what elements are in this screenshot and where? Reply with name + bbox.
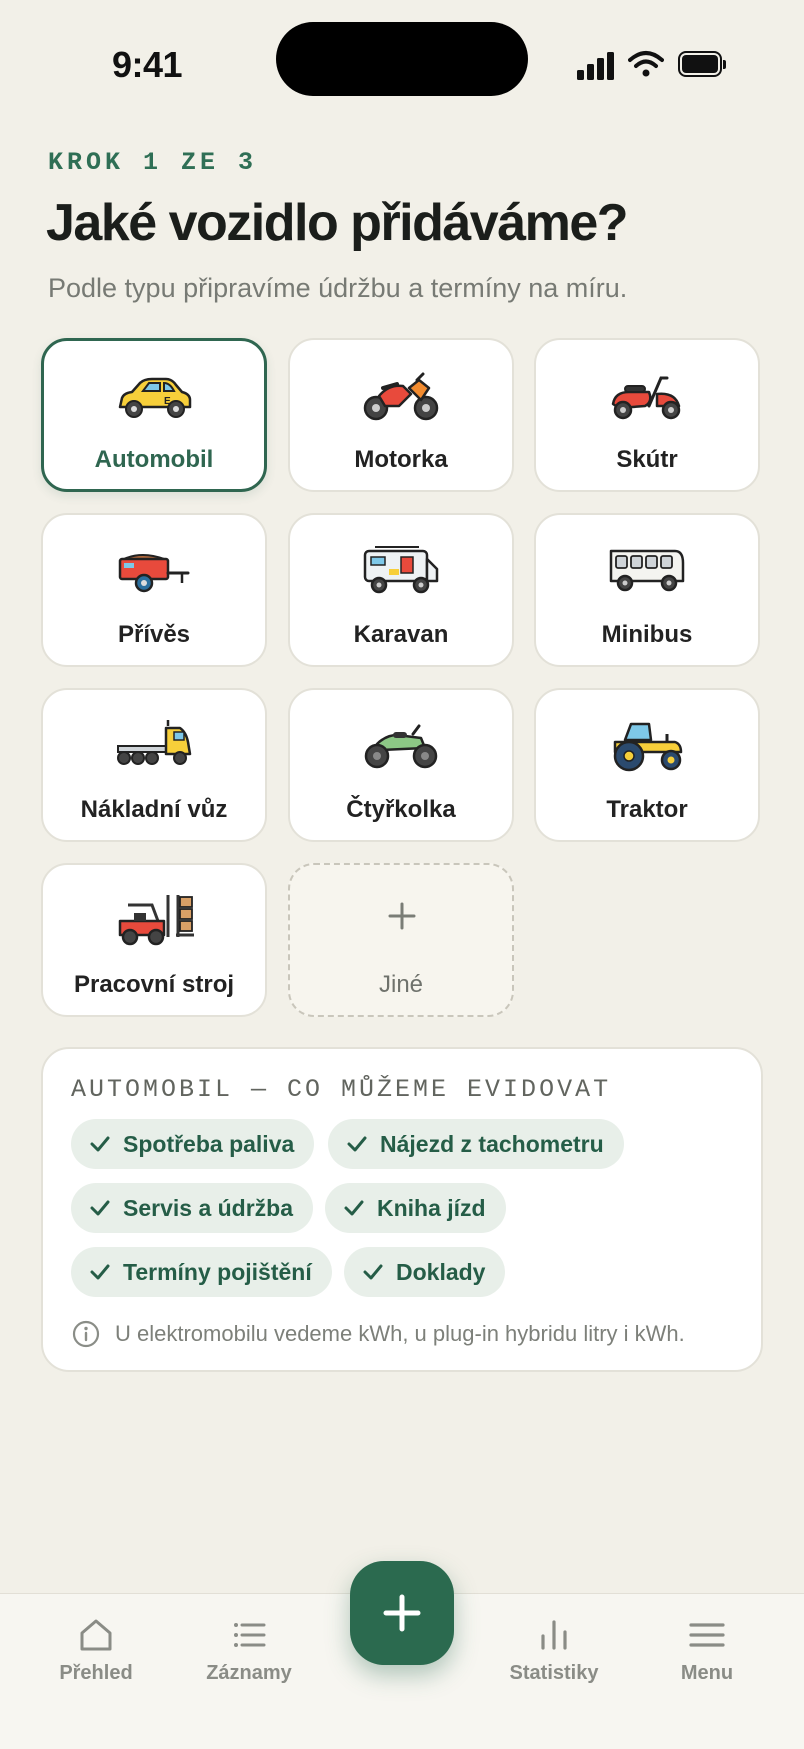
info-note: U elektromobilu vedeme kWh, u plug-in hy… [71, 1319, 685, 1349]
capabilities-heading: AUTOMOBIL — CO MŮŽEME EVIDOVAT [71, 1075, 612, 1104]
vehicle-label: Motorka [354, 446, 448, 473]
note-text: U elektromobilu vedeme kWh, u plug-in hy… [115, 1321, 685, 1346]
feature-chip: Spotřeba paliva [71, 1119, 315, 1169]
tab-statistiky[interactable]: Statistiky [484, 1616, 624, 1685]
battery-icon [678, 51, 726, 77]
scooter-icon [611, 376, 681, 420]
vehicle-label: Automobil [94, 446, 214, 473]
check-icon [344, 1200, 364, 1216]
vehicle-option-minibus[interactable]: Minibus [534, 513, 760, 667]
chip-label: Termíny pojištění [123, 1258, 312, 1285]
add-record-button[interactable] [350, 1561, 454, 1665]
page-subtitle: Podle typu připravíme údržbu a termíny n… [48, 273, 628, 303]
tractor-icon [613, 722, 683, 772]
vehicle-label: Traktor [606, 796, 688, 823]
vehicle-label: Karavan [353, 621, 449, 648]
vehicle-option-traktor[interactable]: Traktor [534, 688, 760, 842]
forklift-icon [118, 895, 194, 946]
check-icon [347, 1136, 367, 1152]
tab-prehled[interactable]: Přehled [26, 1616, 166, 1685]
vehicle-label: Jiné [378, 971, 424, 998]
signal-icon [577, 52, 615, 80]
vehicle-label: Přívěs [117, 621, 191, 648]
step-indicator: KROK 1 ZE 3 [48, 148, 258, 177]
car-icon: E [118, 377, 192, 418]
vehicle-label: Nákladní vůz [80, 796, 228, 823]
vehicle-option-jine[interactable]: Jiné [288, 863, 514, 1017]
chip-label: Doklady [396, 1258, 486, 1285]
check-icon [90, 1264, 110, 1280]
vehicle-option-automobil[interactable]: E Automobil [41, 338, 267, 492]
vehicle-option-karavan[interactable]: Karavan [288, 513, 514, 667]
atv-icon [364, 724, 438, 769]
plus-icon [383, 1594, 421, 1632]
feature-chip: Nájezd z tachometru [328, 1119, 624, 1169]
tab-label: Přehled [59, 1662, 133, 1684]
vehicle-option-ctyrkolka[interactable]: Čtyřkolka [288, 688, 514, 842]
chip-label: Nájezd z tachometru [380, 1130, 604, 1157]
feature-chip: Kniha jízd [325, 1183, 506, 1233]
vehicle-label: Čtyřkolka [346, 796, 456, 823]
feature-chip: Servis a údržba [71, 1183, 314, 1233]
vehicle-label: Pracovní stroj [73, 971, 235, 998]
caravan-icon [363, 546, 439, 594]
vehicle-option-pracovni-stroj[interactable]: Pracovní stroj [41, 863, 267, 1017]
vehicle-label: Minibus [601, 621, 693, 648]
tab-label: Záznamy [206, 1662, 292, 1684]
feature-chip: Termíny pojištění [71, 1247, 332, 1297]
tab-menu[interactable]: Menu [637, 1616, 777, 1685]
wifi-icon [628, 51, 664, 77]
chip-label: Spotřeba paliva [123, 1130, 295, 1157]
check-icon [363, 1264, 383, 1280]
dynamic-island [276, 22, 528, 96]
bar-chart-icon [541, 1620, 567, 1650]
check-icon [90, 1200, 110, 1216]
minibus-icon [609, 549, 685, 592]
vehicle-option-nakladni-vuz[interactable]: Nákladní vůz [41, 688, 267, 842]
feature-chip: Doklady [344, 1247, 506, 1297]
list-icon [234, 1623, 266, 1647]
vehicle-label: Skútr [616, 446, 678, 473]
trailer-icon [118, 554, 190, 593]
tab-zaznamy[interactable]: Záznamy [179, 1616, 319, 1685]
check-icon [90, 1136, 110, 1152]
menu-icon [689, 1623, 725, 1647]
page-title: Jaké vozidlo přidáváme? [46, 194, 629, 252]
tab-label: Menu [680, 1662, 734, 1684]
chip-label: Kniha jízd [377, 1194, 486, 1221]
chip-label: Servis a údržba [123, 1194, 294, 1221]
vehicle-option-skutr[interactable]: Skútr [534, 338, 760, 492]
info-icon [72, 1320, 100, 1348]
capabilities-card: AUTOMOBIL — CO MŮŽEME EVIDOVAT Spotřeba … [41, 1047, 763, 1372]
vehicle-option-prives[interactable]: Přívěs [41, 513, 267, 667]
vehicle-option-motorka[interactable]: Motorka [288, 338, 514, 492]
status-time: 9:41 [112, 44, 183, 85]
motorcycle-icon [363, 372, 439, 421]
plus-icon [388, 902, 416, 930]
truck-icon [117, 720, 192, 765]
tab-label: Statistiky [509, 1662, 599, 1684]
home-icon [80, 1619, 112, 1651]
